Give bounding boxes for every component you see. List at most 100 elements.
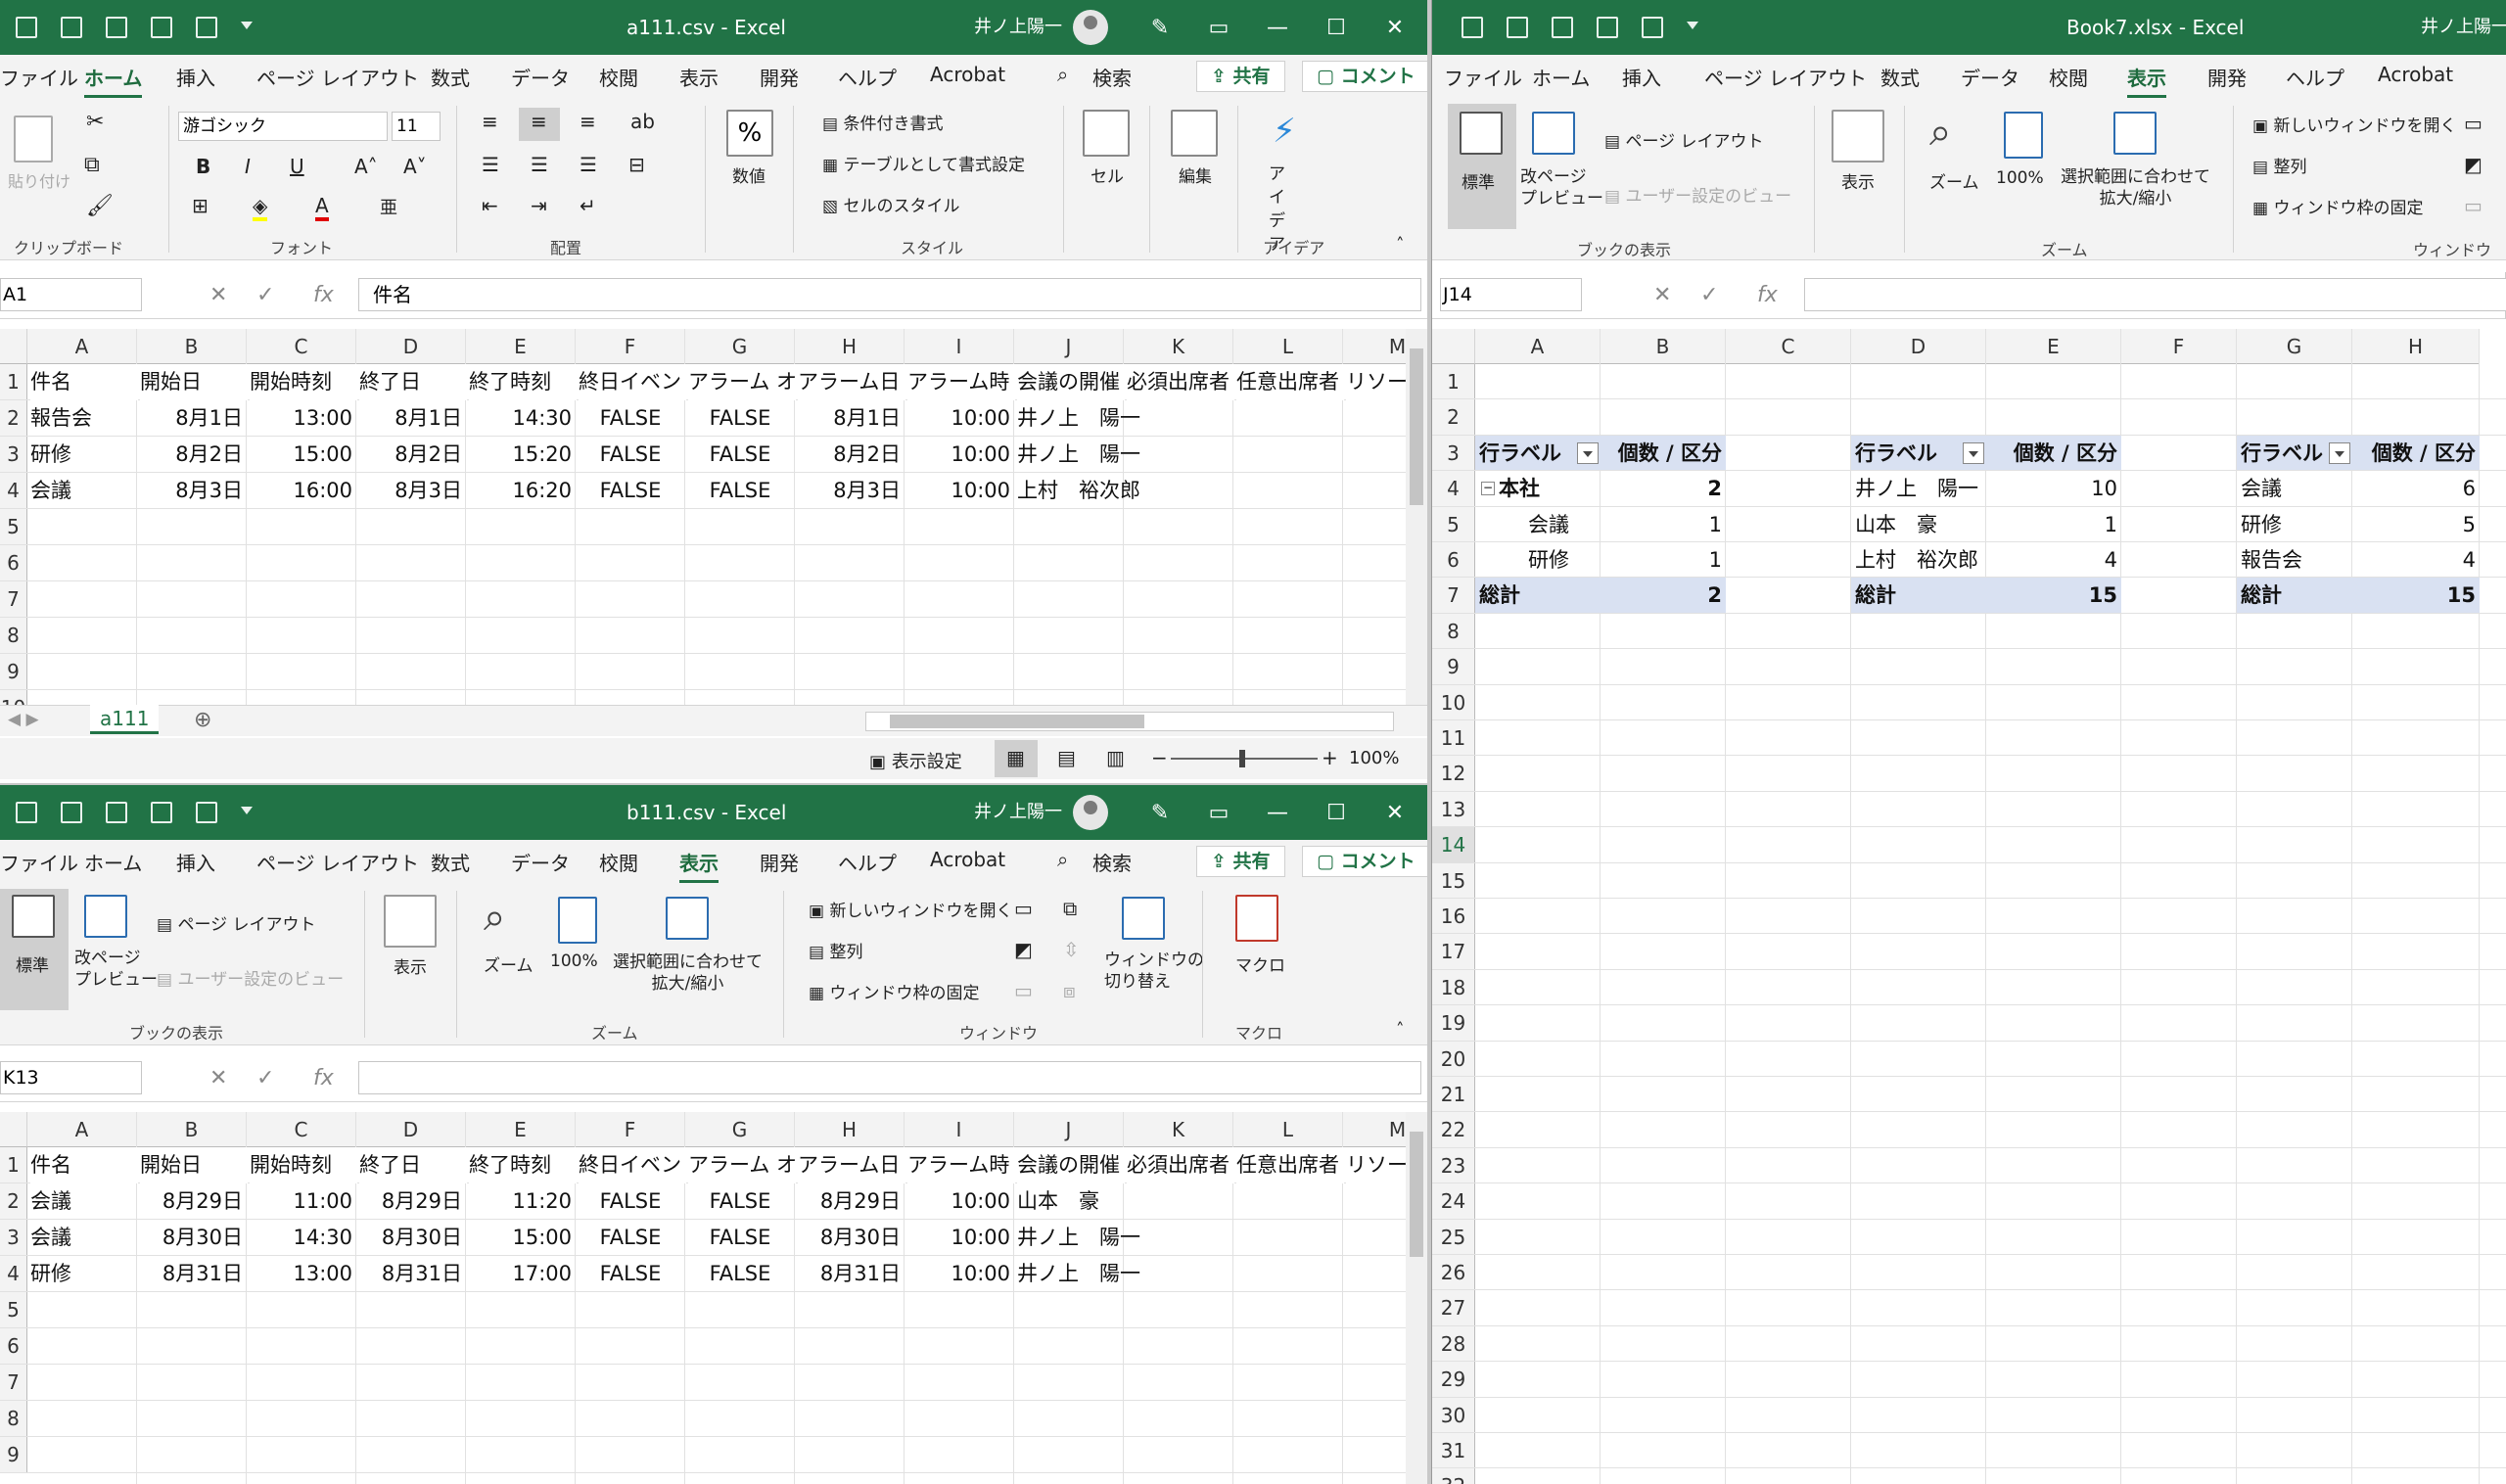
table-cell[interactable]: 開始日 [140, 1147, 248, 1183]
row-header[interactable]: 1 [1432, 364, 1475, 400]
show-label[interactable]: 表示 [394, 953, 427, 978]
form-icon[interactable] [1507, 17, 1528, 38]
align-center-icon[interactable]: ☰ [531, 153, 548, 176]
prev-sheet-icon[interactable]: ◀ ▶ [8, 710, 39, 729]
tab-acrobat[interactable]: Acrobat [930, 848, 1005, 871]
table-cell[interactable]: FALSE [685, 437, 795, 473]
row-header[interactable]: 10 [1432, 684, 1475, 720]
table-cell[interactable]: FALSE [576, 1183, 685, 1220]
search-icon[interactable]: ⌕ [1057, 848, 1068, 871]
column-header[interactable]: I [905, 1112, 1014, 1147]
pivot-cell[interactable]: 総計 [1479, 578, 1597, 613]
grid-icon[interactable] [151, 802, 172, 823]
table-cell[interactable]: 15:00 [247, 437, 352, 473]
normal-view-label[interactable]: 標準 [16, 951, 49, 976]
tab-review[interactable]: 校閲 [599, 848, 638, 876]
table-cell[interactable]: 終日イベン [579, 364, 686, 400]
table-cell[interactable]: 8月29日 [137, 1183, 243, 1220]
row-header[interactable]: 9 [1432, 649, 1475, 685]
tab-home[interactable]: ホーム [84, 848, 142, 876]
table-cell[interactable]: 井ノ上 陽一 [1017, 437, 1232, 473]
table-cell[interactable]: 15:00 [466, 1220, 572, 1256]
column-header[interactable]: B [1601, 329, 1726, 364]
macro-icon[interactable] [1235, 895, 1278, 942]
custom-views-button[interactable]: ▤ ユーザー設定のビュー [157, 965, 344, 990]
table-cell[interactable]: FALSE [685, 1183, 795, 1220]
name-box[interactable]: J14 [1440, 278, 1582, 311]
pen-icon[interactable]: ✎ [1131, 16, 1189, 40]
table-cell[interactable]: 任意出席者 [1236, 1147, 1344, 1183]
sheet-tab-a111[interactable]: a111 [90, 705, 160, 734]
table-cell[interactable]: 14:30 [466, 400, 572, 437]
table-cell[interactable]: 16:00 [247, 473, 352, 509]
table-cell[interactable]: FALSE [576, 437, 685, 473]
pivot-cell[interactable]: 15 [1990, 578, 2117, 613]
table-cell[interactable]: 10:00 [905, 1220, 1010, 1256]
customize-dropdown-icon[interactable] [241, 807, 253, 818]
select-all-corner[interactable] [0, 329, 27, 364]
table-cell[interactable]: 開始時刻 [250, 364, 357, 400]
collapse-ribbon-icon[interactable]: ˄ [1396, 1020, 1405, 1040]
tab-file[interactable]: ファイル [0, 848, 78, 876]
page-layout-view-icon[interactable]: ▤ [1057, 746, 1076, 769]
row-header[interactable]: 1 [0, 1147, 27, 1183]
row-header[interactable]: 3 [0, 1220, 27, 1256]
column-header[interactable]: M [1343, 329, 1406, 364]
table-cell[interactable]: 会議の開催 [1017, 1147, 1125, 1183]
column-header[interactable]: D [356, 1112, 466, 1147]
table-cell[interactable]: 11:00 [247, 1183, 352, 1220]
pivot-cell[interactable]: 15 [2356, 578, 2476, 613]
table-cell[interactable]: 開始時刻 [250, 1147, 357, 1183]
table-cell[interactable]: アラーム オ [688, 364, 796, 400]
column-header[interactable]: D [356, 329, 466, 364]
table-cell[interactable]: アラーム日 [798, 1147, 905, 1183]
ideas-icon[interactable]: ⚡ [1273, 112, 1296, 151]
arrange-button[interactable]: ▤ 整列 [809, 938, 862, 962]
tab-page-layout[interactable]: ページ レイアウト [256, 848, 419, 876]
zoom-selection-label[interactable]: 選択範囲に合わせて 拡大/縮小 [613, 951, 763, 995]
row-header[interactable]: 8 [0, 618, 27, 654]
normal-view-icon[interactable] [12, 895, 55, 938]
pivot-cell[interactable]: 総計 [1855, 578, 1982, 613]
column-header[interactable]: K [1124, 1112, 1233, 1147]
row-header[interactable]: 2 [0, 400, 27, 437]
row-header[interactable]: 28 [1432, 1325, 1475, 1363]
row-header[interactable]: 22 [1432, 1112, 1475, 1148]
fx-icon[interactable]: fx [1757, 272, 1778, 319]
font-size-select[interactable]: 11 [392, 112, 441, 141]
align-right-icon[interactable]: ☰ [580, 153, 597, 176]
new-window-button[interactable]: ▣ 新しいウィンドウを開く [809, 897, 1012, 921]
row-header[interactable]: 7 [0, 1365, 27, 1401]
tab-insert[interactable]: 挿入 [1622, 63, 1661, 91]
column-header[interactable]: J [1014, 329, 1124, 364]
table-cell[interactable]: リソー [1346, 364, 1406, 400]
column-header[interactable]: C [1726, 329, 1851, 364]
zoom-icon[interactable]: ⌕ [484, 895, 505, 940]
tab-page-layout[interactable]: ページ レイアウト [256, 63, 419, 91]
table-cell[interactable]: 8月30日 [137, 1220, 243, 1256]
tab-file[interactable]: ファイル [1444, 63, 1522, 91]
show-icon[interactable] [1832, 110, 1884, 162]
row-header[interactable]: 21 [1432, 1077, 1475, 1113]
row-header[interactable]: 7 [1432, 578, 1475, 614]
row-header[interactable]: 5 [1432, 506, 1475, 542]
align-middle-icon[interactable]: ≡ [531, 110, 547, 133]
side-by-side-icon[interactable]: ⧉ [1063, 897, 1077, 920]
table-cell[interactable]: リソー [1346, 1147, 1406, 1183]
fx-icon[interactable]: fx [313, 272, 334, 319]
table-cell[interactable]: 15:20 [466, 437, 572, 473]
table-cell[interactable]: 8月1日 [356, 400, 462, 437]
pivot-cell[interactable]: 10 [1990, 471, 2117, 506]
share-button[interactable]: ⇪ 共有 [1196, 61, 1285, 92]
avatar[interactable] [1073, 795, 1108, 830]
tab-data[interactable]: データ [511, 848, 570, 876]
new-window-button[interactable]: ▣ 新しいウィンドウを開く [2252, 112, 2456, 136]
row-header[interactable]: 8 [0, 1401, 27, 1437]
table-cell[interactable]: 終日イベン [579, 1147, 686, 1183]
table-cell[interactable]: 8月29日 [795, 1183, 901, 1220]
comment-button[interactable]: ▢ コメント [1302, 846, 1427, 877]
collapse-ribbon-icon[interactable]: ˄ [1396, 235, 1405, 255]
bold-button[interactable]: B [196, 155, 210, 178]
tab-page-layout[interactable]: ページ レイアウト [1704, 63, 1867, 91]
table-cell[interactable]: 8月2日 [137, 437, 243, 473]
